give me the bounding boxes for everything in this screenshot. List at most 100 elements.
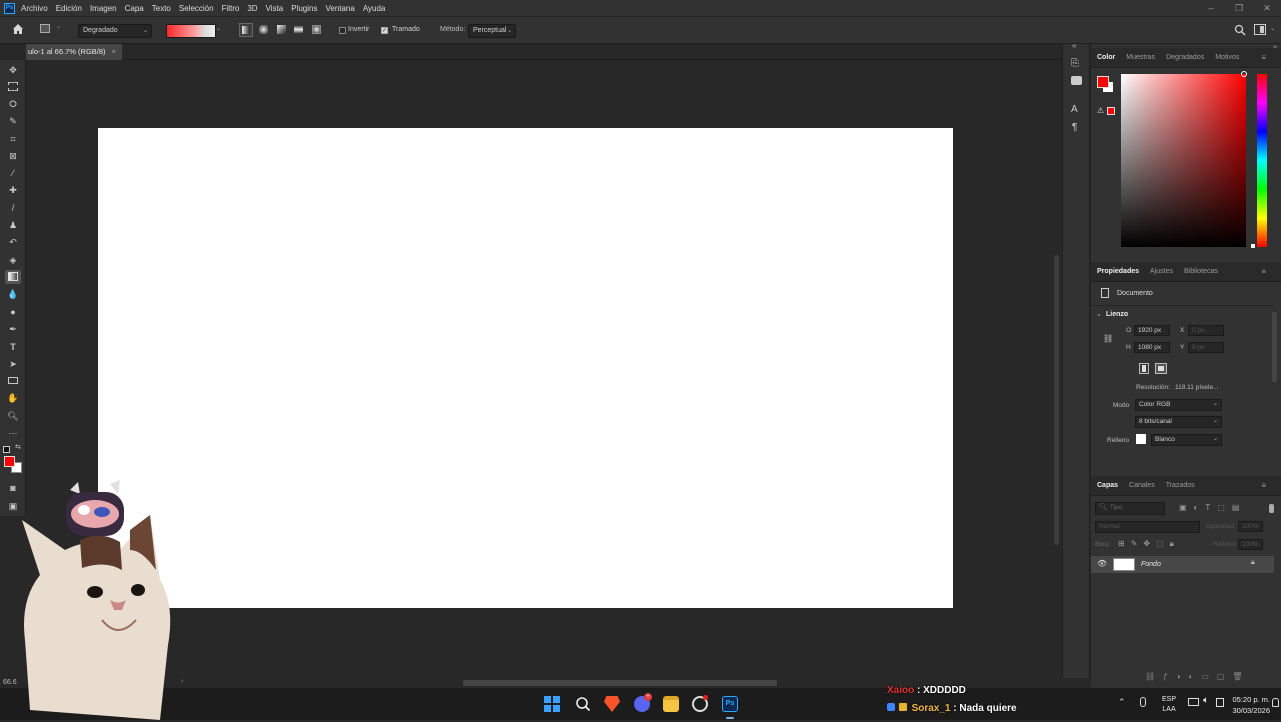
healing-brush-tool-icon[interactable]: ✚: [5, 183, 21, 197]
layer-filter-toggle-icon[interactable]: [1269, 504, 1274, 513]
horizontal-scroll-thumb[interactable]: [463, 680, 777, 686]
search-icon[interactable]: [1234, 24, 1246, 36]
close-window-icon[interactable]: ✕: [1253, 0, 1281, 16]
vertical-scroll-thumb[interactable]: [1054, 255, 1059, 545]
opacity-field[interactable]: 100%: [1238, 521, 1263, 532]
history-brush-tool-icon[interactable]: ↶: [5, 235, 21, 249]
lienzo-section-title[interactable]: Lienzo: [1106, 311, 1128, 318]
crop-tool-icon[interactable]: ⌗: [5, 132, 21, 146]
layer-fill-field[interactable]: 100%: [1238, 539, 1263, 550]
gradient-tool-icon[interactable]: [5, 270, 21, 284]
brave-browser-icon[interactable]: [604, 696, 620, 712]
history-icon[interactable]: ⎘: [1071, 58, 1079, 69]
visibility-eye-icon[interactable]: 👁︎: [1097, 559, 1107, 568]
color-picker-marker[interactable]: [1241, 71, 1247, 77]
taskbar-search-icon[interactable]: [575, 696, 591, 712]
dodge-tool-icon[interactable]: ●: [5, 305, 21, 319]
reflected-gradient-icon[interactable]: [292, 23, 306, 37]
maximize-icon[interactable]: ❐: [1225, 0, 1253, 16]
hue-slider-handle[interactable]: [1251, 244, 1255, 248]
menu-texto[interactable]: Texto: [152, 4, 171, 13]
document-canvas[interactable]: [98, 128, 953, 608]
gradient-swatch-chevron-icon[interactable]: ⌄: [216, 25, 221, 32]
portrait-orientation-icon[interactable]: [1139, 363, 1149, 374]
paragraph-icon[interactable]: ¶: [1072, 122, 1077, 133]
menu-filtro[interactable]: Filtro: [222, 4, 240, 13]
tab-canales[interactable]: Canales: [1129, 482, 1155, 489]
menu-edicion[interactable]: Edición: [56, 4, 82, 13]
layer-filter-input[interactable]: 🔍︎ Tipo: [1095, 502, 1165, 515]
tab-color[interactable]: Color: [1097, 54, 1115, 61]
frame-tool-icon[interactable]: ⊠: [5, 149, 21, 163]
tab-propiedades[interactable]: Propiedades: [1097, 268, 1139, 275]
vertical-scrollbar[interactable]: [1052, 60, 1062, 678]
tab-muestras[interactable]: Muestras: [1126, 54, 1155, 61]
brush-tool-icon[interactable]: /: [5, 201, 21, 215]
tab-bibliotecas[interactable]: Bibliotecas: [1184, 268, 1218, 275]
menu-archivo[interactable]: Archivo: [21, 4, 48, 13]
tab-capas[interactable]: Capas: [1097, 482, 1118, 489]
bit-depth-select[interactable]: 8 bits/canal ⌄: [1135, 416, 1222, 428]
eyedropper-tool-icon[interactable]: ⁄: [5, 166, 21, 180]
lock-icons[interactable]: ⊞✎✥⬚🔒︎: [1118, 539, 1180, 549]
y-field[interactable]: 0 px: [1188, 342, 1224, 353]
color-panel-menu-icon[interactable]: ≡: [1261, 53, 1266, 62]
home-icon[interactable]: [11, 22, 25, 36]
fill-select[interactable]: Blanco ⌄: [1151, 434, 1222, 446]
layer-row[interactable]: 👁︎ Fondo 🔒︎: [1091, 556, 1274, 573]
more-tools-icon[interactable]: ···: [5, 426, 21, 440]
volume-icon[interactable]: 🔈︎: [1203, 695, 1209, 706]
close-tab-icon[interactable]: ×: [112, 47, 116, 56]
properties-panel-menu-icon[interactable]: ≡: [1261, 267, 1266, 276]
tab-trazados[interactable]: Trazados: [1166, 482, 1195, 489]
height-field[interactable]: 1080 px: [1134, 342, 1170, 353]
landscape-orientation-icon[interactable]: [1155, 363, 1167, 374]
type-tool-icon[interactable]: T: [5, 340, 21, 354]
lasso-tool-icon[interactable]: ⵔ: [5, 97, 21, 111]
comments-icon[interactable]: [1071, 76, 1082, 85]
path-selection-tool-icon[interactable]: ➤: [5, 357, 21, 371]
linear-gradient-icon[interactable]: [239, 23, 253, 37]
tray-chevron-icon[interactable]: ⌃: [1118, 697, 1126, 708]
menu-vista[interactable]: Vista: [266, 4, 284, 13]
blend-mode-select[interactable]: Normal: [1095, 521, 1200, 533]
pen-tool-icon[interactable]: ✒: [5, 322, 21, 336]
hue-slider[interactable]: [1257, 74, 1267, 247]
tab-motivos[interactable]: Motivos: [1215, 54, 1239, 61]
foreground-color-swatch[interactable]: [4, 456, 15, 467]
color-mode-select[interactable]: Color RGB ⌄: [1135, 399, 1222, 411]
microphone-icon[interactable]: [1140, 697, 1146, 707]
menu-ventana[interactable]: Ventana: [325, 4, 354, 13]
menu-plugins[interactable]: Plugins: [291, 4, 317, 13]
windows-start-icon[interactable]: [544, 696, 560, 712]
rectangle-tool-icon[interactable]: [5, 374, 21, 388]
minimize-icon[interactable]: –: [1197, 0, 1225, 16]
battery-icon[interactable]: [1216, 698, 1224, 707]
menu-seleccion[interactable]: Selección: [179, 4, 214, 13]
swap-colors-icon[interactable]: ⇆: [15, 443, 21, 451]
clock[interactable]: 05:20 p. m. 30/03/2026: [1226, 694, 1270, 716]
network-icon[interactable]: [1188, 698, 1199, 706]
diamond-gradient-icon[interactable]: [310, 23, 324, 37]
x-field[interactable]: 0 px: [1188, 325, 1224, 336]
tool-preset-icon[interactable]: ⌄: [38, 23, 62, 35]
fill-color-swatch[interactable]: [1136, 434, 1146, 444]
workspace-icon[interactable]: [1254, 24, 1266, 35]
file-explorer-icon[interactable]: [663, 696, 679, 712]
gradient-swatch[interactable]: [166, 24, 216, 38]
move-tool-icon[interactable]: ✥: [5, 63, 21, 77]
tab-degradados[interactable]: Degradados: [1166, 54, 1204, 61]
invert-checkbox[interactable]: [339, 27, 346, 34]
layers-panel-menu-icon[interactable]: ≡: [1261, 481, 1266, 490]
web-color-swatch[interactable]: [1107, 107, 1115, 115]
layer-filter-icons[interactable]: ▣◐T⬚▤: [1179, 503, 1246, 512]
character-icon[interactable]: A: [1071, 104, 1078, 115]
eraser-tool-icon[interactable]: ◈: [5, 253, 21, 267]
angle-gradient-icon[interactable]: [275, 23, 289, 37]
dither-checkbox[interactable]: ✓: [381, 27, 388, 34]
menu-capa[interactable]: Capa: [125, 4, 144, 13]
workspace-chevron-icon[interactable]: ⌄: [1270, 25, 1275, 32]
panel-foreground-swatch[interactable]: [1097, 76, 1109, 88]
document-tab[interactable]: ulo-1 al 66.7% (RGB/8) ×: [26, 44, 122, 60]
menu-ayuda[interactable]: Ayuda: [363, 4, 386, 13]
